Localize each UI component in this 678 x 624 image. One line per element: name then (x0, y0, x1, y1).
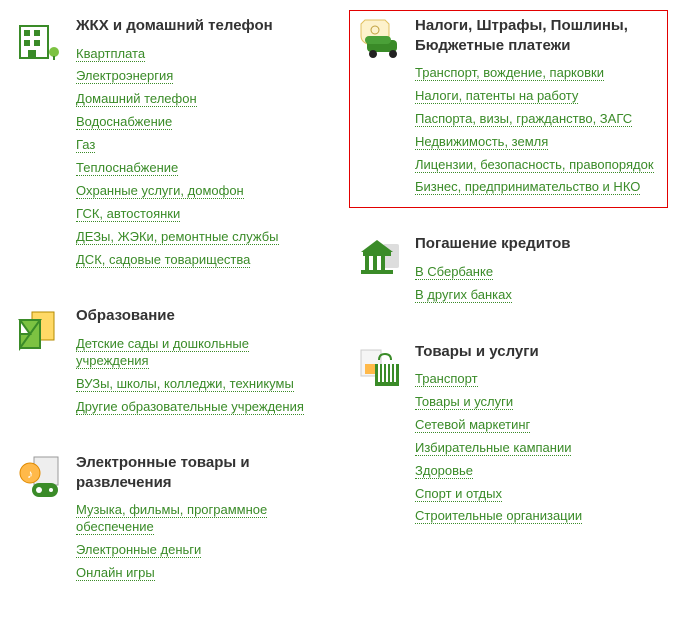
category-loans: Погашение кредитов В Сбербанке В других … (349, 228, 668, 315)
link-other-banks[interactable]: В других банках (415, 287, 512, 303)
link-list: Детские сады и дошкольные учреждения ВУЗ… (76, 336, 323, 416)
category-content: Налоги, Штрафы, Пошлины, Бюджетные плате… (415, 16, 662, 202)
category-content: Образование Детские сады и дошкольные уч… (76, 306, 323, 421)
category-utilities: ЖКХ и домашний телефон Квартплата Электр… (10, 10, 329, 280)
category-education: Образование Детские сады и дошкольные уч… (10, 300, 329, 427)
link-list: Транспорт, вождение, парковки Налоги, па… (415, 65, 662, 196)
link-g-health[interactable]: Здоровье (415, 463, 473, 479)
link-elektro[interactable]: Электроэнергия (76, 68, 173, 84)
category-goods: Товары и услуги Транспорт Товары и услуг… (349, 336, 668, 538)
link-licenses[interactable]: Лицензии, безопасность, правопорядок (415, 157, 654, 173)
link-muzyka[interactable]: Музыка, фильмы, программное обеспечение (76, 502, 267, 535)
link-dsk[interactable]: ДСК, садовые товарищества (76, 252, 250, 268)
link-detsad[interactable]: Детские сады и дошкольные учреждения (76, 336, 249, 369)
link-ohrana[interactable]: Охранные услуги, домофон (76, 183, 244, 199)
link-g-stroy[interactable]: Строительные организации (415, 508, 582, 524)
category-taxes: Налоги, Штрафы, Пошлины, Бюджетные плате… (349, 10, 668, 208)
link-voda[interactable]: Водоснабжение (76, 114, 172, 130)
svg-text:♪: ♪ (27, 467, 33, 481)
link-g-tovary[interactable]: Товары и услуги (415, 394, 513, 410)
category-content: ЖКХ и домашний телефон Квартплата Электр… (76, 16, 323, 274)
category-title: Погашение кредитов (415, 234, 662, 254)
goods-icon (355, 342, 403, 390)
category-title: Налоги, Штрафы, Пошлины, Бюджетные плате… (415, 16, 662, 55)
link-other-edu[interactable]: Другие образовательные учреждения (76, 399, 304, 415)
link-passport[interactable]: Паспорта, визы, гражданство, ЗАГС (415, 111, 632, 127)
link-transport[interactable]: Транспорт, вождение, парковки (415, 65, 604, 81)
link-vuzy[interactable]: ВУЗы, школы, колледжи, техникумы (76, 376, 294, 392)
category-entertainment: ♪ Электронные товары и развлечения Музык… (10, 447, 329, 594)
category-title: Товары и услуги (415, 342, 662, 362)
right-column: Налоги, Штрафы, Пошлины, Бюджетные плате… (349, 10, 668, 614)
link-emoney[interactable]: Электронные деньги (76, 542, 201, 558)
link-gaz[interactable]: Газ (76, 137, 95, 153)
link-biznes[interactable]: Бизнес, предпринимательство и НКО (415, 179, 640, 195)
link-list: В Сбербанке В других банках (415, 264, 662, 304)
link-list: Музыка, фильмы, программное обеспечение … (76, 502, 323, 582)
link-g-marketing[interactable]: Сетевой маркетинг (415, 417, 530, 433)
link-g-sport[interactable]: Спорт и отдых (415, 486, 502, 502)
link-telefon[interactable]: Домашний телефон (76, 91, 197, 107)
tax-icon (355, 16, 403, 64)
link-nalogi[interactable]: Налоги, патенты на работу (415, 88, 578, 104)
link-dezy[interactable]: ДЕЗы, ЖЭКи, ремонтные службы (76, 229, 279, 245)
link-list: Квартплата Электроэнергия Домашний телеф… (76, 46, 323, 269)
link-g-transport[interactable]: Транспорт (415, 371, 478, 387)
link-gsk[interactable]: ГСК, автостоянки (76, 206, 180, 222)
category-title: Образование (76, 306, 323, 326)
house-icon (16, 16, 64, 64)
bank-icon (355, 234, 403, 282)
left-column: ЖКХ и домашний телефон Квартплата Электр… (10, 10, 329, 614)
link-games[interactable]: Онлайн игры (76, 565, 155, 581)
link-kvartplata[interactable]: Квартплата (76, 46, 145, 62)
category-content: Погашение кредитов В Сбербанке В других … (415, 234, 662, 309)
link-nedvizh[interactable]: Недвижимость, земля (415, 134, 548, 150)
link-teplo[interactable]: Теплоснабжение (76, 160, 178, 176)
education-icon (16, 306, 64, 354)
category-content: Товары и услуги Транспорт Товары и услуг… (415, 342, 662, 532)
link-sberbank[interactable]: В Сбербанке (415, 264, 493, 280)
link-list: Транспорт Товары и услуги Сетевой маркет… (415, 371, 662, 525)
category-content: Электронные товары и развлечения Музыка,… (76, 453, 323, 588)
category-title: Электронные товары и развлечения (76, 453, 323, 492)
category-title: ЖКХ и домашний телефон (76, 16, 323, 36)
link-g-election[interactable]: Избирательные кампании (415, 440, 571, 456)
category-columns: ЖКХ и домашний телефон Квартплата Электр… (10, 10, 668, 614)
entertainment-icon: ♪ (16, 453, 64, 501)
